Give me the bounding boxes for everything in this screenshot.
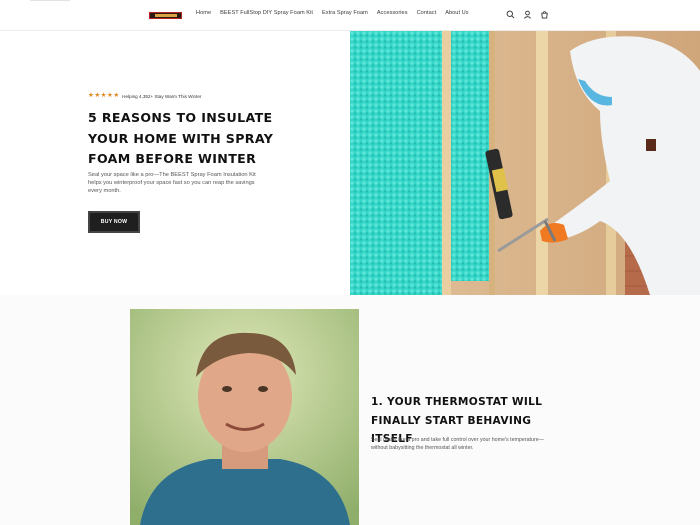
cart-icon[interactable] (540, 10, 549, 19)
account-icon[interactable] (523, 10, 532, 19)
buy-now-button[interactable]: BUY NOW (88, 211, 140, 233)
nav-item-home[interactable]: Home (196, 10, 211, 16)
star-icon: ★ (113, 92, 120, 99)
hero-body: Seal your space like a pro—The BEEST Spr… (88, 172, 256, 194)
star-icon: ★ (94, 92, 101, 99)
nav-item-accessories[interactable]: Accessories (377, 10, 408, 16)
nav-item-diy-kit[interactable]: BEEST FullStop DIY Spray Foam Kit (220, 10, 313, 16)
rating-stars: ★ ★ ★ ★ ★ (88, 92, 120, 99)
header-icons (506, 10, 549, 19)
search-icon[interactable] (506, 10, 515, 19)
site-header: Home BEEST FullStop DIY Spray Foam Kit E… (0, 0, 700, 31)
rating-row: ★ ★ ★ ★ ★ Helping 4,352+ Stay Warm This … (88, 92, 202, 99)
nav-item-about-us[interactable]: About Us (445, 10, 468, 16)
logo-mark (154, 14, 177, 17)
hero-title: 5 Reasons to Insulate Your Home with Spr… (88, 110, 274, 166)
nav-item-contact[interactable]: Contact (417, 10, 437, 16)
section-body: Seal drafts like a pro and take full con… (371, 437, 544, 451)
portrait-image (130, 309, 359, 525)
brand-logo[interactable] (149, 12, 182, 19)
star-icon: ★ (100, 92, 107, 99)
top-divider (30, 0, 70, 1)
main-nav: Home BEEST FullStop DIY Spray Foam Kit E… (196, 10, 478, 16)
hero-image (350, 31, 700, 295)
star-icon: ★ (88, 92, 94, 99)
nav-item-extra-spray-foam[interactable]: Extra Spray Foam (322, 10, 368, 16)
star-icon: ★ (106, 92, 113, 99)
rating-text: Helping 4,352+ Stay Warm This Winter (122, 93, 202, 99)
